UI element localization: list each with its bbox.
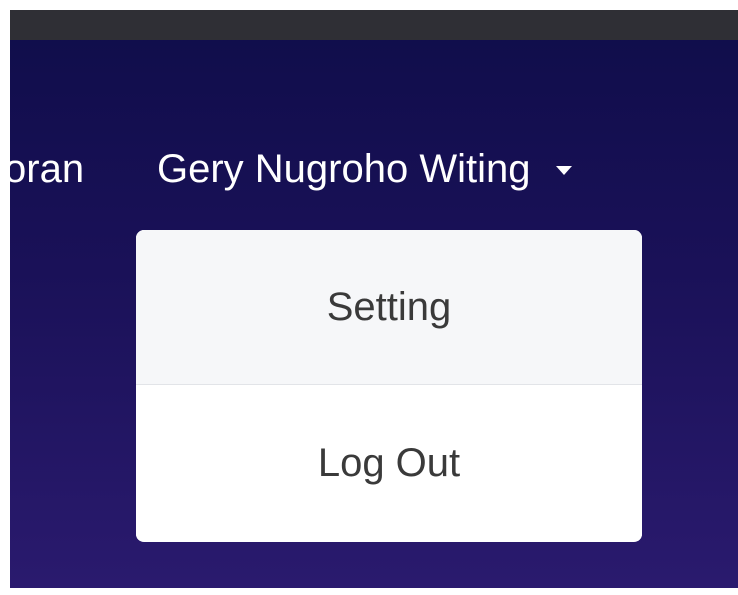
dropdown-item-setting[interactable]: Setting [136, 230, 642, 385]
dropdown-item-log-out[interactable]: Log Out [136, 385, 642, 541]
user-dropdown-menu: Setting Log Out [136, 230, 642, 542]
user-menu-toggle[interactable]: Gery Nugroho Witing [157, 144, 573, 194]
window-topbar [10, 10, 738, 40]
nav-link-partial[interactable]: oran [10, 144, 84, 194]
app-window: oran Gery Nugroho Witing Setting Log Out [10, 10, 738, 588]
caret-down-icon [556, 165, 573, 175]
user-name-label: Gery Nugroho Witing [157, 147, 531, 191]
